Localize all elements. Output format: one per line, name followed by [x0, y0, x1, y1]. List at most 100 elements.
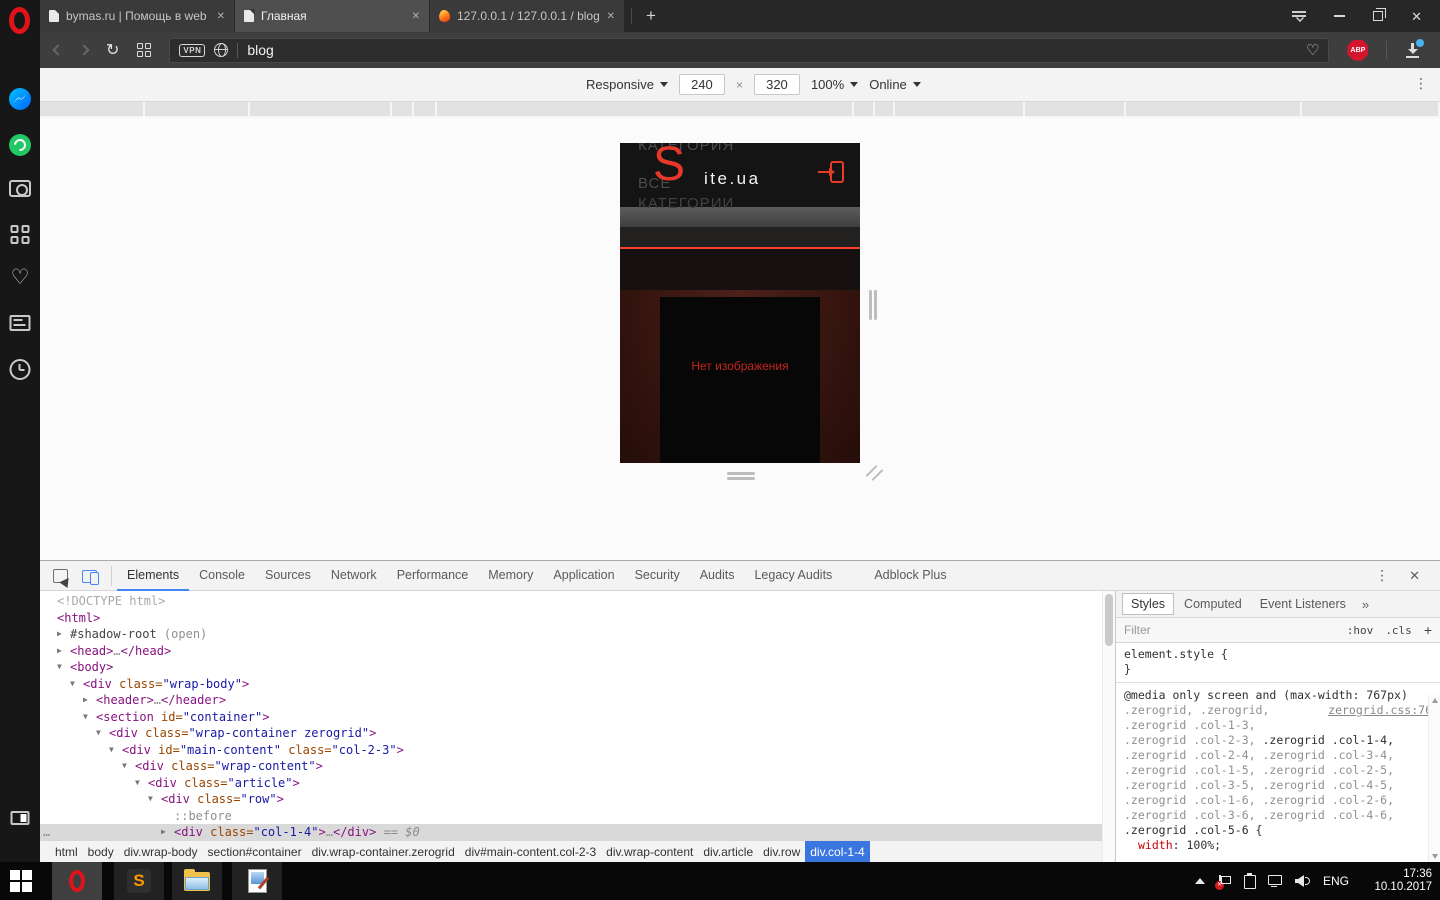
devtools-tab-console[interactable]: Console — [189, 561, 255, 591]
language-indicator[interactable]: ENG — [1323, 874, 1349, 888]
media-query-segment[interactable] — [1126, 102, 1300, 116]
devtools-tab-memory[interactable]: Memory — [478, 561, 543, 591]
expand-arrow-icon[interactable]: ▼ — [57, 659, 62, 676]
dom-tree-row[interactable]: ::before — [40, 808, 1102, 825]
expand-arrow-icon[interactable]: ▼ — [70, 676, 75, 693]
devtools-tab-sources[interactable]: Sources — [255, 561, 321, 591]
css-source-link[interactable]: zerogrid.css:76 — [1328, 703, 1432, 718]
tray-expand-icon[interactable] — [1195, 878, 1205, 884]
expand-arrow-icon[interactable]: ▼ — [109, 742, 114, 759]
dom-tree-row[interactable]: ▼<div class="row"> — [40, 791, 1102, 808]
expand-arrow-icon[interactable]: ▶ — [161, 824, 166, 840]
css-line[interactable]: .zerogrid .col-3-5, .zerogrid .col-4-5, — [1124, 778, 1420, 793]
dom-tree-row[interactable]: ▶#shadow-root (open) — [40, 626, 1102, 643]
dom-tree-row[interactable]: <html> — [40, 610, 1102, 627]
expand-arrow-icon[interactable]: ▼ — [122, 758, 127, 775]
devtools-menu-icon[interactable]: ⋮ — [1375, 568, 1389, 584]
media-query-segment[interactable] — [40, 102, 143, 116]
devtools-close-icon[interactable]: ✕ — [1409, 568, 1420, 584]
devtools-tab-security[interactable]: Security — [625, 561, 690, 591]
snapshot-camera-icon[interactable] — [9, 180, 31, 197]
tab-close-icon[interactable]: ✕ — [607, 11, 615, 22]
css-line[interactable]: .zerogrid .col-2-3, .zerogrid .col-1-4, — [1124, 733, 1420, 748]
breadcrumb-item[interactable]: div.row — [758, 841, 805, 863]
scroll-down-icon[interactable] — [1432, 854, 1438, 859]
media-query-segment[interactable] — [145, 102, 248, 116]
viewport-resize-handle-bottom[interactable] — [727, 472, 755, 475]
sidebar-tab-styles[interactable]: Styles — [1122, 593, 1174, 615]
media-query-segment[interactable] — [895, 102, 1023, 116]
restore-button[interactable] — [1373, 11, 1383, 21]
media-query-segment[interactable] — [250, 102, 390, 116]
dom-tree-row[interactable]: ▶<head>…</head> — [40, 643, 1102, 660]
breadcrumb-item[interactable]: body — [83, 841, 119, 863]
login-exit-icon[interactable] — [822, 161, 844, 185]
browser-tab[interactable]: 127.0.0.1 / 127.0.0.1 / blog✕ — [430, 0, 624, 32]
expand-arrow-icon[interactable]: ▼ — [83, 709, 88, 726]
dom-tree-row[interactable]: …▶<div class="col-1-4">…</div> == $0 — [40, 824, 1102, 840]
devtools-tab-legacy-audits[interactable]: Legacy Audits — [744, 561, 842, 591]
css-line[interactable]: .zerogrid .col-1-3, — [1124, 718, 1420, 733]
sidebar-setup-icon[interactable] — [11, 811, 30, 825]
dom-tree-row[interactable]: ▼<body> — [40, 659, 1102, 676]
viewport-resize-handle-corner[interactable] — [871, 469, 883, 481]
downloads-icon[interactable] — [1405, 43, 1420, 58]
css-line[interactable]: @media only screen and (max-width: 767px… — [1124, 688, 1420, 703]
adblock-plus-badge[interactable]: ABP — [1347, 40, 1368, 61]
tab-menu-icon[interactable] — [1292, 10, 1306, 22]
breadcrumb-item[interactable]: div#main-content.col-2-3 — [460, 841, 601, 863]
taskbar-paint[interactable] — [232, 862, 282, 900]
device-type-select[interactable]: Responsive — [586, 77, 668, 92]
clock[interactable]: 17:36 10.10.2017 — [1362, 868, 1432, 894]
browser-tab[interactable]: bymas.ru | Помощь в web✕ — [40, 0, 234, 32]
media-query-segment[interactable] — [1302, 102, 1438, 116]
styles-filter-input[interactable]: Filter — [1124, 623, 1151, 637]
forward-icon[interactable] — [78, 44, 89, 55]
styles-scrollbar[interactable] — [1428, 695, 1440, 862]
dom-tree-row[interactable]: ▼<section id="container"> — [40, 709, 1102, 726]
expand-arrow-icon[interactable]: ▼ — [135, 775, 140, 792]
dom-tree-row[interactable]: ▼<div id="main-content" class="col-2-3"> — [40, 742, 1102, 759]
viewport-resize-handle-right[interactable] — [869, 290, 872, 320]
viewport-width-input[interactable] — [679, 74, 725, 95]
css-line[interactable]: zerogrid.css:76.zerogrid, .zerogrid, — [1124, 703, 1420, 718]
css-line[interactable]: } — [1116, 662, 1440, 683]
taskbar-sublime[interactable]: S — [114, 862, 164, 900]
reload-icon[interactable]: ↻ — [106, 42, 119, 58]
dom-tree-row[interactable]: ▼<div class="article"> — [40, 775, 1102, 792]
devtools-tab-adblock-plus[interactable]: Adblock Plus — [864, 561, 956, 591]
breadcrumb-item[interactable]: html — [50, 841, 83, 863]
devtools-tab-audits[interactable]: Audits — [690, 561, 745, 591]
new-style-rule-button[interactable]: + — [1424, 622, 1432, 638]
expand-arrow-icon[interactable]: ▶ — [83, 692, 88, 709]
speed-dial-icon[interactable] — [11, 225, 30, 244]
volume-icon[interactable] — [1295, 875, 1310, 887]
media-query-segment[interactable] — [854, 102, 873, 116]
bookmark-heart-icon[interactable]: ♡ — [1306, 41, 1319, 59]
expand-arrow-icon[interactable]: ▶ — [57, 643, 62, 660]
close-button[interactable]: ✕ — [1411, 10, 1422, 23]
viewport-resize-handle-right[interactable] — [874, 290, 877, 320]
url-text[interactable]: blog — [247, 42, 273, 58]
network-icon[interactable] — [1268, 875, 1282, 887]
media-query-segment[interactable] — [414, 102, 435, 116]
history-clock-icon[interactable] — [10, 359, 31, 380]
css-line[interactable]: .zerogrid .col-1-6, .zerogrid .col-2-6, — [1124, 793, 1420, 808]
news-icon[interactable] — [10, 315, 31, 331]
viewport-height-input[interactable] — [754, 74, 800, 95]
action-center-flag-icon[interactable]: ✕ — [1218, 875, 1231, 888]
media-query-segment[interactable] — [1025, 102, 1124, 116]
media-query-segment[interactable] — [392, 102, 412, 116]
css-line[interactable]: width: 100%; — [1124, 838, 1420, 853]
inspect-element-icon[interactable] — [53, 569, 68, 583]
device-toolbar-options-icon[interactable]: ⋮ — [1414, 76, 1428, 92]
back-icon[interactable] — [52, 44, 63, 55]
media-query-segment[interactable] — [437, 102, 852, 116]
device-toolbar-toggle-icon[interactable] — [82, 569, 99, 583]
css-line[interactable]: .zerogrid .col-3-6, .zerogrid .col-4-6, — [1124, 808, 1420, 823]
css-line[interactable]: element.style { — [1124, 647, 1420, 662]
zoom-select[interactable]: 100% — [811, 77, 858, 92]
opera-logo-icon[interactable] — [9, 7, 30, 34]
expand-arrow-icon[interactable]: ▼ — [96, 725, 101, 742]
taskbar-opera[interactable] — [52, 862, 102, 900]
